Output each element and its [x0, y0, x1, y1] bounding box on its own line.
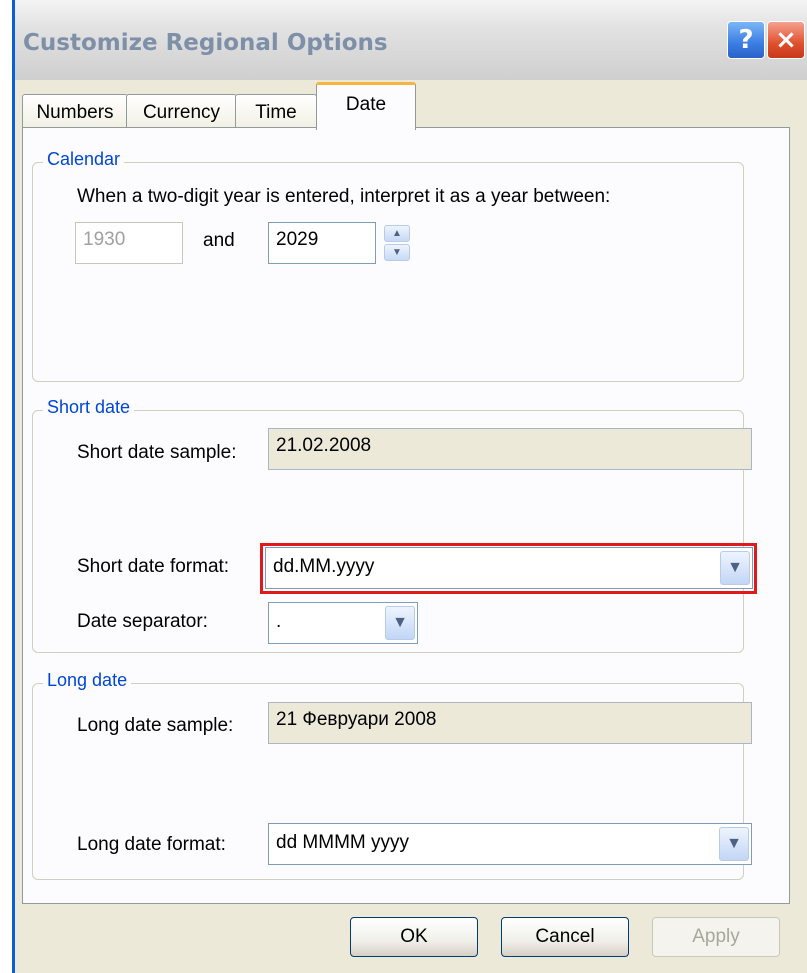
- short-date-sample-value: 21.02.2008: [276, 435, 372, 456]
- start-year-field: 1930: [75, 222, 183, 264]
- end-year-value: 2029: [276, 229, 319, 250]
- help-icon: ?: [738, 25, 754, 55]
- long-date-sample-field: 21 Февруари 2008: [268, 702, 752, 744]
- help-button[interactable]: ?: [727, 21, 765, 59]
- tab-label: Numbers: [36, 101, 114, 123]
- short-date-format-value: dd.MM.yyyy: [273, 556, 375, 577]
- tab-date[interactable]: Date: [316, 82, 416, 130]
- date-separator-value: .: [276, 611, 282, 632]
- and-label: and: [203, 230, 235, 251]
- calendar-legend: Calendar: [43, 149, 125, 170]
- chevron-down-icon[interactable]: ▼: [720, 551, 750, 585]
- long-date-format-value: dd MMMM yyyy: [276, 832, 409, 853]
- date-separator-combo[interactable]: . ▼: [268, 602, 418, 644]
- spin-down-icon[interactable]: ▼: [384, 244, 410, 261]
- short-date-format-combo[interactable]: dd.MM.yyyy ▼: [265, 547, 753, 589]
- tab-label: Currency: [142, 101, 221, 123]
- title-bar[interactable]: Customize Regional Options ? ×: [15, 0, 807, 80]
- close-icon: ×: [775, 25, 797, 55]
- long-date-sample-value: 21 Февруари 2008: [276, 709, 437, 730]
- start-year-value: 1930: [83, 229, 126, 250]
- tab-numbers[interactable]: Numbers: [22, 94, 128, 130]
- end-year-spinner[interactable]: ▲ ▼: [384, 225, 410, 261]
- apply-button-label: Apply: [692, 926, 740, 947]
- tab-currency[interactable]: Currency: [126, 94, 237, 130]
- cancel-button-label: Cancel: [535, 926, 595, 947]
- short-date-sample-field: 21.02.2008: [268, 428, 752, 470]
- short-date-format-label: Short date format:: [77, 556, 230, 577]
- end-year-field[interactable]: 2029: [268, 222, 376, 264]
- short-date-legend: Short date: [43, 397, 135, 418]
- long-date-format-combo[interactable]: dd MMMM yyyy ▼: [268, 823, 752, 865]
- chevron-down-icon[interactable]: ▼: [385, 606, 415, 640]
- window-title: Customize Regional Options: [23, 30, 388, 56]
- two-digit-year-prompt: When a two-digit year is entered, interp…: [77, 186, 611, 207]
- tab-time[interactable]: Time: [235, 94, 317, 130]
- apply-button[interactable]: Apply: [652, 917, 780, 957]
- tab-label: Date: [345, 93, 387, 115]
- tab-label: Time: [255, 101, 297, 123]
- close-button[interactable]: ×: [767, 21, 805, 59]
- chevron-down-icon[interactable]: ▼: [719, 827, 749, 861]
- short-date-sample-label: Short date sample:: [77, 442, 237, 463]
- date-separator-label: Date separator:: [77, 611, 208, 632]
- spin-up-icon[interactable]: ▲: [384, 225, 410, 242]
- long-date-sample-label: Long date sample:: [77, 715, 234, 736]
- ok-button-label: OK: [400, 926, 428, 947]
- long-date-format-label: Long date format:: [77, 834, 226, 855]
- long-date-legend: Long date: [43, 670, 132, 691]
- cancel-button[interactable]: Cancel: [501, 917, 629, 957]
- ok-button[interactable]: OK: [350, 917, 478, 957]
